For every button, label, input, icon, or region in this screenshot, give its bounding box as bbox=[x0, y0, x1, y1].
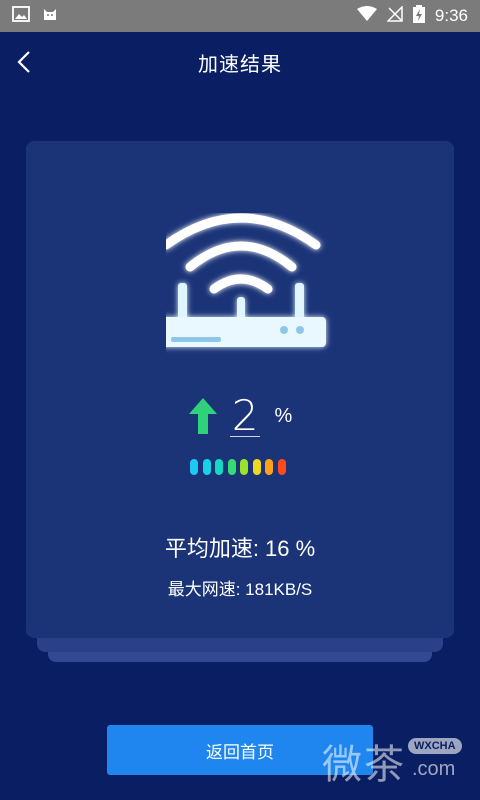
speed-level-bar bbox=[252, 459, 261, 475]
watermark-logo: 微茶 WXCHA .com bbox=[318, 730, 468, 788]
router-wifi-icon bbox=[158, 213, 346, 373]
cat-icon bbox=[42, 6, 58, 27]
status-time: 9:36 bbox=[434, 6, 468, 25]
speed-level-bar bbox=[277, 459, 286, 475]
average-acceleration: 平均加速: 16 % bbox=[164, 536, 316, 561]
result-card: 2 % 平均加速: 16 % 最大网速: 181KB/S bbox=[26, 141, 454, 638]
speed-value: 2 bbox=[229, 390, 261, 440]
watermark-chars: 微茶 bbox=[322, 742, 406, 788]
max-speed: 最大网速: 181KB/S bbox=[167, 580, 313, 599]
wifi-icon bbox=[356, 5, 377, 27]
speed-unit: % bbox=[274, 404, 293, 427]
speed-level-bar bbox=[215, 459, 223, 475]
speed-level-bars bbox=[190, 459, 286, 475]
page-title: 加速结果 bbox=[198, 53, 282, 76]
app-header: 加速结果 bbox=[0, 32, 480, 92]
speed-level-bar bbox=[227, 459, 236, 475]
arrow-up-icon bbox=[188, 398, 217, 434]
chevron-left-icon bbox=[17, 51, 30, 73]
back-button[interactable] bbox=[12, 49, 36, 75]
speed-level-bar bbox=[240, 459, 248, 475]
no-signal-icon bbox=[386, 4, 403, 27]
speed-level-bar bbox=[190, 459, 198, 475]
battery-charging-icon bbox=[412, 4, 425, 28]
status-bar: 9:36 bbox=[0, 0, 480, 32]
speed-row: 2 % bbox=[26, 391, 454, 441]
watermark-dotcom: .com bbox=[412, 758, 456, 780]
image-icon bbox=[12, 5, 30, 27]
watermark-badge: WXCHA bbox=[408, 738, 462, 754]
speed-level-bar bbox=[265, 459, 273, 475]
speed-level-bar bbox=[202, 459, 211, 475]
